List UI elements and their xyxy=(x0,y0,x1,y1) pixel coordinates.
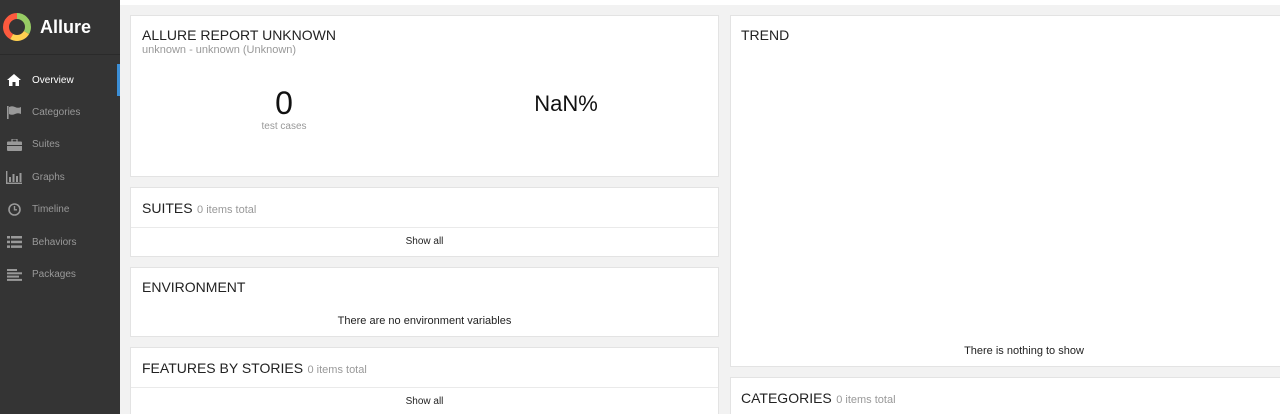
flag-icon xyxy=(6,106,22,120)
trend-empty-message: There is nothing to show xyxy=(964,345,1084,357)
sidebar-item-suites[interactable]: Suites xyxy=(0,129,120,161)
top-bar xyxy=(120,0,1280,5)
test-case-count: 0 xyxy=(275,85,293,121)
sidebar-item-behaviors[interactable]: Behaviors xyxy=(0,226,120,258)
summary-widget: ALLURE REPORT UNKNOWN unknown - unknown … xyxy=(130,15,719,177)
clock-icon xyxy=(6,203,22,217)
suites-title: SUITES xyxy=(142,200,193,216)
sidebar-item-label: Categories xyxy=(32,107,81,119)
allure-logo-icon xyxy=(3,13,31,41)
categories-total: 0 items total xyxy=(836,394,896,406)
list-icon xyxy=(6,235,22,249)
sidebar-item-label: Packages xyxy=(32,269,76,281)
suites-header: SUITES 0 items total xyxy=(142,200,256,218)
test-case-label: test cases xyxy=(261,121,307,132)
success-rate: NaN% xyxy=(534,91,598,116)
sidebar-item-label: Behaviors xyxy=(32,236,77,248)
bar-chart-icon xyxy=(6,170,22,184)
report-subtitle: unknown - unknown (Unknown) xyxy=(142,44,297,56)
suites-total: 0 items total xyxy=(197,204,257,216)
sidebar: Allure Overview Categories Suites Graphs xyxy=(0,0,120,414)
align-left-icon xyxy=(6,268,22,282)
sidebar-item-label: Overview xyxy=(32,74,74,86)
sidebar-item-graphs[interactable]: Graphs xyxy=(0,161,120,193)
sidebar-item-label: Timeline xyxy=(32,204,70,216)
sidebar-item-label: Graphs xyxy=(32,171,65,183)
suites-show-all-link[interactable]: Show all xyxy=(131,236,718,247)
brand-name: Allure xyxy=(40,16,92,37)
categories-title: CATEGORIES xyxy=(741,390,832,406)
divider xyxy=(131,387,718,388)
sidebar-item-categories[interactable]: Categories xyxy=(0,96,120,128)
features-show-all-link[interactable]: Show all xyxy=(131,396,718,407)
suites-widget: SUITES 0 items total Show all xyxy=(130,187,719,257)
sidebar-nav: Overview Categories Suites Graphs Timeli… xyxy=(0,64,120,291)
features-title: FEATURES BY STORIES xyxy=(142,360,304,376)
brand[interactable]: Allure xyxy=(0,0,120,55)
environment-widget: ENVIRONMENT There are no environment var… xyxy=(130,267,719,337)
environment-empty-message: There are no environment variables xyxy=(337,315,512,327)
trend-widget: TREND There is nothing to show xyxy=(730,15,1280,367)
categories-header: CATEGORIES 0 items total xyxy=(741,390,896,408)
features-header: FEATURES BY STORIES 0 items total xyxy=(142,360,367,378)
features-total: 0 items total xyxy=(307,364,367,376)
briefcase-icon xyxy=(6,138,22,152)
environment-title: ENVIRONMENT xyxy=(142,279,246,295)
report-title: ALLURE REPORT UNKNOWN xyxy=(142,27,336,43)
divider xyxy=(131,227,718,228)
trend-title: TREND xyxy=(741,27,790,43)
features-widget: FEATURES BY STORIES 0 items total Show a… xyxy=(130,347,719,414)
sidebar-item-overview[interactable]: Overview xyxy=(0,64,120,97)
sidebar-item-packages[interactable]: Packages xyxy=(0,258,120,290)
sidebar-item-timeline[interactable]: Timeline xyxy=(0,194,120,226)
categories-widget: CATEGORIES 0 items total xyxy=(730,377,1280,414)
home-icon xyxy=(6,73,22,87)
sidebar-item-label: Suites xyxy=(32,139,60,151)
